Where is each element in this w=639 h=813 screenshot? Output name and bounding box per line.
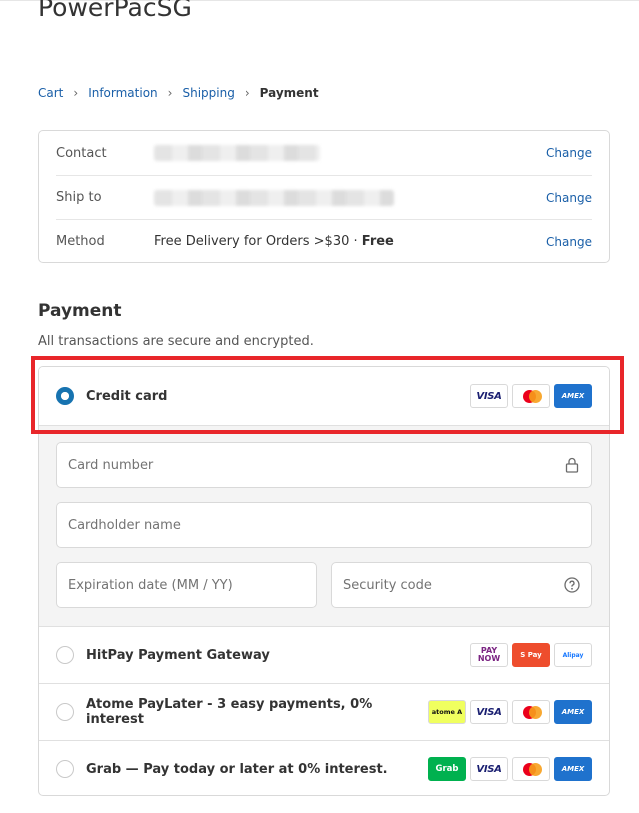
mastercard-icon	[512, 700, 550, 724]
review-row-method: Method Free Delivery for Orders >$30 · F…	[56, 219, 592, 263]
chevron-right-icon: ›	[73, 86, 79, 100]
chevron-right-icon: ›	[244, 86, 250, 100]
contact-value	[154, 145, 546, 161]
payment-methods: Credit card VISA AMEX HitPay Pa	[38, 366, 610, 796]
card-number-field[interactable]	[56, 442, 592, 488]
grab-label: Grab — Pay today or later at 0% interest…	[86, 761, 388, 777]
visa-icon: VISA	[470, 757, 508, 781]
payment-subtitle: All transactions are secure and encrypte…	[38, 334, 314, 349]
cardholder-name-input[interactable]	[68, 517, 580, 533]
order-review-box: Contact Change Ship to Change Method Fre…	[38, 130, 610, 263]
redacted-address	[154, 189, 394, 206]
credit-card-label: Credit card	[86, 388, 168, 404]
security-code-field[interactable]	[331, 562, 592, 608]
help-circle-icon[interactable]	[564, 577, 580, 593]
paynow-icon: PAY NOW	[470, 643, 508, 667]
payment-option-atome[interactable]: Atome PayLater - 3 easy payments, 0% int…	[39, 683, 609, 740]
store-title[interactable]: PowerPacSG	[38, 0, 192, 22]
hitpay-badges: PAY NOW S Pay Alipay	[470, 643, 592, 667]
shopeepay-icon: S Pay	[512, 643, 550, 667]
payment-heading: Payment	[38, 301, 122, 321]
atome-radio[interactable]	[56, 703, 74, 721]
breadcrumb-cart[interactable]: Cart	[38, 86, 63, 100]
credit-card-badges: VISA AMEX	[470, 384, 592, 408]
atome-label: Atome PayLater - 3 easy payments, 0% int…	[86, 697, 373, 727]
hitpay-label: HitPay Payment Gateway	[86, 647, 270, 663]
ship-to-label: Ship to	[56, 190, 102, 205]
payment-option-grab[interactable]: Grab — Pay today or later at 0% interest…	[39, 740, 609, 795]
mastercard-icon	[512, 384, 550, 408]
breadcrumb: Cart › Information › Shipping › Payment	[38, 86, 319, 100]
grab-badges: Grab VISA AMEX	[428, 757, 592, 781]
grab-radio[interactable]	[56, 760, 74, 778]
lock-icon	[564, 457, 580, 473]
change-ship-to-link[interactable]: Change	[546, 191, 592, 205]
alipay-icon: Alipay	[554, 643, 592, 667]
amex-icon: AMEX	[554, 700, 592, 724]
change-method-link[interactable]: Change	[546, 235, 592, 249]
mastercard-icon	[512, 757, 550, 781]
chevron-right-icon: ›	[167, 86, 173, 100]
card-number-input[interactable]	[68, 457, 564, 473]
method-price: Free	[361, 234, 394, 249]
change-contact-link[interactable]: Change	[546, 146, 592, 160]
breadcrumb-information[interactable]: Information	[88, 86, 157, 100]
credit-card-form	[39, 425, 609, 626]
review-row-contact: Contact Change	[56, 131, 592, 175]
payment-option-hitpay[interactable]: HitPay Payment Gateway PAY NOW S Pay Alip…	[39, 626, 609, 683]
amex-icon: AMEX	[554, 757, 592, 781]
visa-icon: VISA	[470, 384, 508, 408]
method-label: Method	[56, 234, 105, 249]
review-row-ship-to: Ship to Change	[56, 175, 592, 219]
breadcrumb-shipping[interactable]: Shipping	[182, 86, 234, 100]
atome-icon: atome A	[428, 700, 466, 724]
expiration-date-input[interactable]	[68, 577, 305, 593]
visa-icon: VISA	[470, 700, 508, 724]
payment-option-credit-card[interactable]: Credit card VISA AMEX	[39, 367, 609, 425]
credit-card-radio[interactable]	[56, 387, 74, 405]
security-code-input[interactable]	[343, 577, 564, 593]
expiration-date-field[interactable]	[56, 562, 317, 608]
cardholder-name-field[interactable]	[56, 502, 592, 548]
breadcrumb-payment: Payment	[259, 86, 319, 100]
method-value: Free Delivery for Orders >$30 · Free	[154, 234, 546, 249]
redacted-contact	[154, 145, 320, 161]
atome-badges: atome A VISA AMEX	[428, 700, 592, 724]
grab-icon: Grab	[428, 757, 466, 781]
method-description: Free Delivery for Orders >$30 ·	[154, 234, 362, 249]
hitpay-radio[interactable]	[56, 646, 74, 664]
contact-label: Contact	[56, 145, 107, 161]
ship-to-value	[154, 189, 546, 206]
amex-icon: AMEX	[554, 384, 592, 408]
